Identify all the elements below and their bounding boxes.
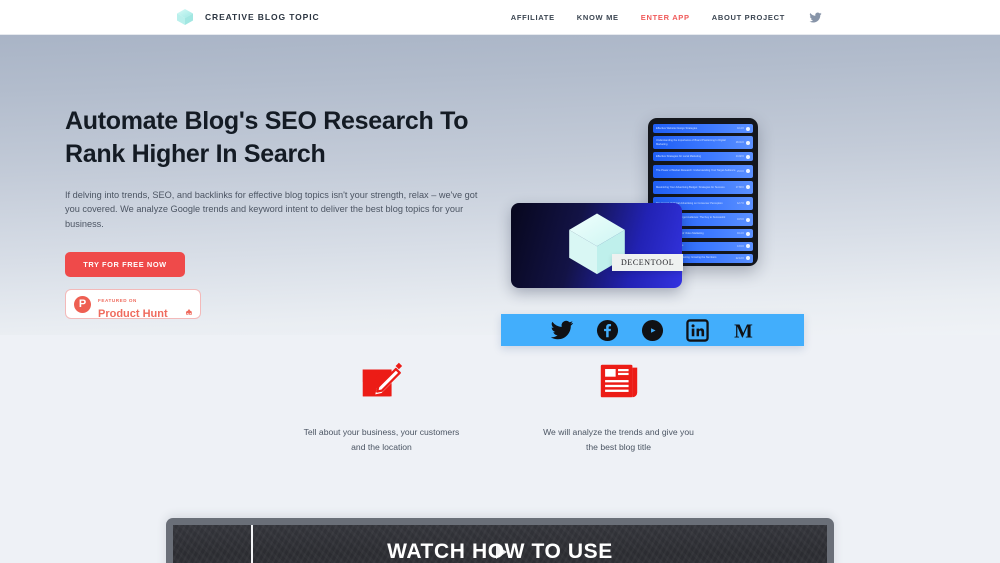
topic-row[interactable]: Understanding the Importance of Brand Po… xyxy=(653,136,753,150)
topic-row[interactable]: Effective Strategies for Local Marketing… xyxy=(653,152,753,162)
decentool-label: DECENTOOL xyxy=(612,254,684,271)
linkedin-icon[interactable] xyxy=(685,318,709,342)
hero-copy: Automate Blog's SEO Research To Rank Hig… xyxy=(65,105,495,320)
topic-volume: 12.7 K xyxy=(737,201,744,205)
video-thumbnail[interactable]: WATCH HOW TO USE xyxy=(173,525,827,563)
landing-page: CREATIVE BLOG TOPIC AFFILIATE KNOW ME EN… xyxy=(0,0,1000,563)
topic-row[interactable]: Effective Website Design Strategies 10.4… xyxy=(653,124,753,133)
nav-item-about-project[interactable]: ABOUT PROJECT xyxy=(712,13,785,22)
svg-text:M: M xyxy=(734,320,753,342)
topic-volume: 22.13 K xyxy=(735,256,744,260)
twitter-icon[interactable] xyxy=(809,11,822,24)
hero-subtitle: If delving into trends, SEO, and backlin… xyxy=(65,189,478,230)
product-hunt-text: FEATURED ON Product Hunt xyxy=(98,289,182,320)
site-header: CREATIVE BLOG TOPIC AFFILIATE KNOW ME EN… xyxy=(0,0,1000,35)
topic-title: Effective Strategies for Local Marketing xyxy=(656,155,702,159)
topic-volume: 18.41 K xyxy=(735,141,744,145)
social-bar: M xyxy=(501,314,804,346)
topic-volume: 19.5 K xyxy=(737,218,744,222)
brand-logo[interactable]: CREATIVE BLOG TOPIC xyxy=(174,6,320,28)
feature-card: We will analyze the trends and give you … xyxy=(539,355,699,455)
cube-icon xyxy=(561,207,633,284)
topic-indicator-icon xyxy=(746,154,750,159)
play-icon[interactable] xyxy=(496,544,507,559)
facebook-icon[interactable] xyxy=(596,319,619,342)
topic-indicator-icon xyxy=(746,244,750,248)
twitter-icon[interactable] xyxy=(550,318,574,342)
topic-indicator-icon xyxy=(746,140,750,145)
cube-icon xyxy=(174,6,196,28)
brand-name: CREATIVE BLOG TOPIC xyxy=(205,12,320,22)
topic-indicator-icon xyxy=(746,201,750,206)
topic-title: The Power of Market Research: Understand… xyxy=(656,169,736,173)
topic-volume: 13.9 K xyxy=(737,244,744,248)
page-title: Automate Blog's SEO Research To Rank Hig… xyxy=(65,107,469,169)
youtube-icon[interactable] xyxy=(641,319,664,342)
topic-volume: 14.02 K xyxy=(735,155,744,159)
topic-row[interactable]: The Power of Market Research: Understand… xyxy=(653,164,753,178)
nav-item-affiliate[interactable]: AFFILIATE xyxy=(511,13,555,22)
nav-item-know-me[interactable]: KNOW ME xyxy=(577,13,619,22)
topic-volume: 16.4 K xyxy=(737,232,744,236)
topic-title: Maximizing Your Advertising Budget: Stra… xyxy=(656,185,725,189)
topic-row[interactable]: Maximizing Your Advertising Budget: Stra… xyxy=(653,180,753,194)
feature-card: Tell about your business, your customers… xyxy=(302,355,462,455)
topic-volume: 10.4 K xyxy=(737,127,744,130)
upvote-count: 68 xyxy=(185,310,192,317)
topic-indicator-icon xyxy=(746,169,750,174)
product-hunt-featured-label: FEATURED ON xyxy=(98,297,137,303)
nav-item-enter-app[interactable]: ENTER APP xyxy=(641,13,690,22)
medium-icon[interactable]: M xyxy=(731,318,756,343)
topic-indicator-icon xyxy=(746,185,750,190)
product-hunt-upvotes[interactable]: 68 xyxy=(182,291,192,317)
upvote-arrow-icon xyxy=(185,291,192,313)
try-for-free-button[interactable]: TRY FOR FREE NOW xyxy=(65,252,185,278)
product-hunt-name: Product Hunt xyxy=(98,307,168,320)
topic-indicator-icon xyxy=(746,217,750,222)
features-section: Tell about your business, your customers… xyxy=(0,355,1000,455)
pencil-edit-icon xyxy=(302,355,462,407)
feature-text: We will analyze the trends and give you … xyxy=(543,427,694,453)
topic-volume: 17.83 K xyxy=(735,185,744,189)
product-hunt-logo-icon: P xyxy=(74,295,91,313)
hero-section: Automate Blog's SEO Research To Rank Hig… xyxy=(0,35,1000,346)
topic-indicator-icon xyxy=(746,256,750,261)
topic-indicator-icon xyxy=(746,231,750,236)
topic-title: Effective Website Design Strategies xyxy=(656,126,698,130)
main-nav: AFFILIATE KNOW ME ENTER APP ABOUT PROJEC… xyxy=(511,11,822,24)
topic-title: Understanding the Importance of Brand Po… xyxy=(656,139,726,146)
newspaper-icon xyxy=(539,355,699,407)
product-hunt-badge[interactable]: P FEATURED ON Product Hunt 68 xyxy=(65,289,201,320)
topic-indicator-icon xyxy=(746,126,750,131)
logo-card xyxy=(511,203,682,288)
feature-text: Tell about your business, your customers… xyxy=(303,427,460,453)
topic-volume: 21.6 K xyxy=(737,169,744,173)
video-player-frame[interactable]: WATCH HOW TO USE xyxy=(166,518,834,563)
